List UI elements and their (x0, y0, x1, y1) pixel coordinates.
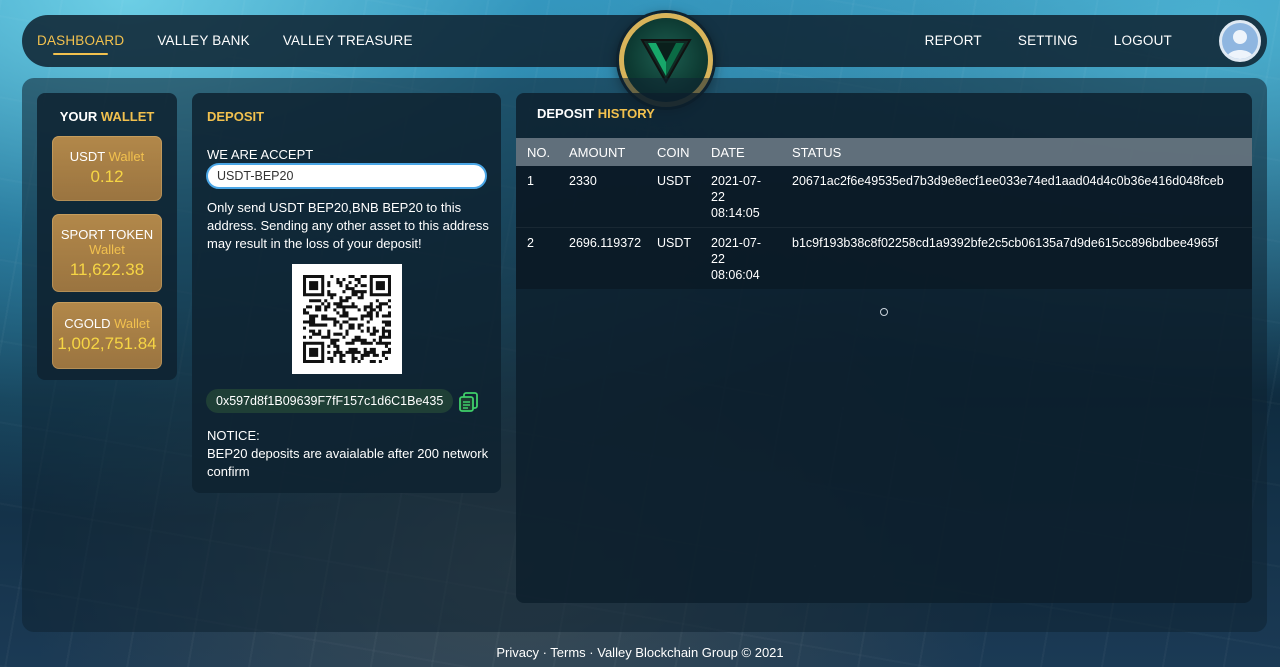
footer: Privacy · Terms · Valley Blockchain Grou… (496, 645, 784, 660)
nav-left-group: DASHBOARD VALLEY BANK VALLEY TREASURE (22, 33, 446, 55)
nav-valley-bank[interactable]: VALLEY BANK (157, 33, 250, 50)
col-amount: AMOUNT (569, 144, 626, 160)
wallet-name: SPORT TOKEN (60, 227, 154, 242)
deposit-address[interactable]: 0x597d8f1B09639F7fF157c1d6C1Be435 (206, 389, 454, 413)
user-avatar[interactable] (1219, 20, 1261, 62)
wallet-value: 1,002,751.84 (57, 334, 157, 353)
user-avatar-icon (1226, 30, 1254, 59)
wallet-sub: Wallet (89, 242, 125, 257)
history-table: NO. AMOUNT COIN DATE STATUS 1 2330 USDT … (516, 138, 1252, 289)
nav-report[interactable]: REPORT (925, 33, 982, 50)
deposit-history-card: DEPOSIT HISTORY NO. AMOUNT COIN DATE STA… (516, 93, 1252, 603)
notice-title: NOTICE: (207, 428, 260, 443)
cell-no: 1 (527, 174, 534, 188)
wallet-sub: Wallet (108, 149, 145, 164)
cell-coin: USDT (657, 174, 692, 188)
history-title: DEPOSIT HISTORY (537, 106, 655, 121)
col-date: DATE (711, 144, 745, 160)
nav-valley-treasure[interactable]: VALLEY TREASURE (283, 33, 413, 50)
footer-terms-link[interactable]: Terms (550, 645, 585, 660)
wallet-name: USDT (69, 149, 105, 164)
cell-amount: 2330 (569, 174, 597, 188)
wallet-value: 0.12 (90, 167, 124, 186)
nav-right-group: REPORT SETTING LOGOUT (889, 33, 1172, 50)
sport-token-wallet-box: SPORT TOKEN Wallet 11,622.38 (52, 214, 162, 292)
table-row: 2 2696.119372 USDT 2021-07- 22 08:06:04 … (516, 227, 1252, 289)
table-header-row: NO. AMOUNT COIN DATE STATUS (516, 138, 1252, 166)
nav-logout[interactable]: LOGOUT (1114, 33, 1172, 50)
cell-status: b1c9f193b38c8f02258cd1a9392bfe2c5cb06135… (792, 236, 1219, 250)
cell-amount: 2696.119372 (569, 236, 642, 250)
coin-select[interactable]: USDT-BEP20 (206, 163, 487, 189)
accept-label: WE ARE ACCEPT (207, 147, 314, 162)
wallet-card: YOUR WALLET USDT Wallet 0.12 SPORT TOKEN… (37, 93, 177, 380)
col-coin: COIN (657, 144, 690, 160)
col-status: STATUS (792, 144, 842, 160)
loading-spinner-icon (880, 308, 888, 316)
cgold-wallet-box: CGOLD Wallet 1,002,751.84 (52, 302, 162, 369)
nav-setting[interactable]: SETTING (1018, 33, 1078, 50)
usdt-wallet-box: USDT Wallet 0.12 (52, 136, 162, 201)
notice-text: BEP20 deposits are avaialable after 200 … (207, 446, 489, 479)
deposit-notice: NOTICE: BEP20 deposits are avaialable af… (207, 427, 492, 481)
table-row: 1 2330 USDT 2021-07- 22 08:14:05 20671ac… (516, 166, 1252, 228)
wallet-sub: Wallet (114, 316, 150, 331)
deposit-title: DEPOSIT (207, 109, 265, 124)
cell-status: 20671ac2f6e49535ed7b3d9e8ecf1ee033e74ed1… (792, 174, 1224, 188)
cell-coin: USDT (657, 236, 692, 250)
cell-no: 2 (527, 236, 534, 250)
nav-dashboard[interactable]: DASHBOARD (37, 33, 124, 55)
wallet-value: 11,622.38 (69, 260, 145, 279)
top-navbar: DASHBOARD VALLEY BANK VALLEY TREASURE RE… (22, 13, 1267, 107)
deposit-card: DEPOSIT WE ARE ACCEPT USDT-BEP20 Only se… (192, 93, 501, 493)
wallet-name: CGOLD (64, 316, 111, 331)
qr-code-icon (303, 275, 391, 363)
deposit-qr-code (292, 264, 402, 374)
footer-privacy-link[interactable]: Privacy (496, 645, 539, 660)
deposit-warning: Only send USDT BEP20,BNB BEP20 to this a… (207, 200, 489, 251)
copy-icon[interactable] (458, 391, 480, 413)
cell-date: 2021-07- 22 08:06:04 (711, 236, 762, 282)
col-no: NO. (527, 144, 551, 160)
cell-date: 2021-07- 22 08:14:05 (711, 174, 762, 220)
footer-company: Valley Blockchain Group © 2021 (597, 645, 784, 660)
wallet-title: YOUR WALLET (59, 109, 155, 124)
